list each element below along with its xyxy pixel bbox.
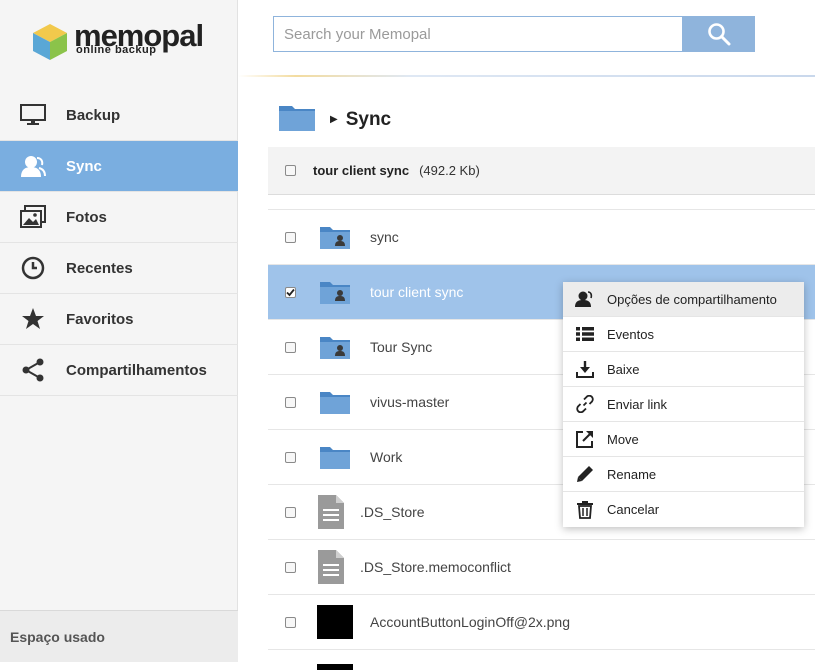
sidebar-item-label: Sync bbox=[66, 157, 102, 175]
breadcrumb: ▶ Sync bbox=[278, 102, 391, 137]
pencil-icon bbox=[563, 465, 607, 483]
search-button[interactable] bbox=[683, 16, 755, 52]
document-icon bbox=[302, 549, 360, 585]
memopal-logo[interactable]: memopal online backup bbox=[30, 18, 204, 60]
folder-icon bbox=[300, 389, 370, 415]
file-name: sync bbox=[370, 229, 399, 245]
selected-item-name: tour client sync bbox=[313, 163, 410, 178]
menu-item-label: Baixe bbox=[607, 361, 640, 377]
download-icon bbox=[563, 360, 607, 378]
trash-icon bbox=[563, 500, 607, 519]
share-user-icon bbox=[563, 290, 607, 308]
sidebar-item-label: Backup bbox=[66, 106, 121, 124]
file-name: Work bbox=[370, 449, 403, 465]
list-item[interactable]: .DS_Store.memoconflict bbox=[268, 540, 815, 595]
menu-item-events[interactable]: Eventos bbox=[563, 317, 804, 352]
sidebar-item-label: Compartilhamentos bbox=[66, 361, 207, 379]
file-name: .DS_Store.memoconflict bbox=[360, 559, 511, 575]
menu-item-sharing-options[interactable]: Opções de compartilhamento bbox=[563, 282, 804, 317]
shared-folder-icon bbox=[300, 224, 370, 250]
image-thumbnail bbox=[300, 605, 370, 639]
list-item[interactable]: AccountButtonLoginOff@2x.png bbox=[268, 595, 815, 650]
sidebar-item-compartilhamentos[interactable]: Compartilhamentos bbox=[0, 345, 238, 396]
select-all-checkbox[interactable] bbox=[285, 165, 296, 176]
sidebar-item-backup[interactable]: Backup bbox=[0, 90, 238, 141]
menu-item-download[interactable]: Baixe bbox=[563, 352, 804, 387]
list-item[interactable]: sync bbox=[268, 210, 815, 265]
photos-icon bbox=[0, 205, 66, 229]
file-name: .DS_Store bbox=[360, 504, 425, 520]
document-icon bbox=[302, 494, 360, 530]
menu-item-label: Rename bbox=[607, 466, 657, 482]
share-icon bbox=[0, 358, 66, 382]
menu-item-move[interactable]: Move bbox=[563, 422, 804, 457]
page-title: Sync bbox=[345, 108, 392, 130]
file-name: vivus-master bbox=[370, 394, 450, 410]
menu-item-send-link[interactable]: Enviar link bbox=[563, 387, 804, 422]
menu-item-label: Enviar link bbox=[607, 396, 667, 412]
row-checkbox[interactable] bbox=[285, 286, 296, 298]
check-icon bbox=[286, 288, 295, 296]
folder-icon[interactable] bbox=[278, 102, 316, 137]
row-checkbox[interactable] bbox=[285, 396, 296, 408]
sidebar-item-label: Recentes bbox=[66, 259, 133, 277]
shared-folder-icon bbox=[300, 279, 370, 305]
file-name: tour client sync bbox=[370, 284, 464, 300]
sidebar-item-sync[interactable]: Sync bbox=[0, 141, 238, 192]
menu-item-label: Opções de compartilhamento bbox=[607, 291, 777, 307]
image-thumbnail bbox=[300, 664, 370, 670]
context-menu: Opções de compartilhamento Eventos Baixe… bbox=[563, 282, 804, 527]
search-input[interactable] bbox=[273, 16, 683, 52]
link-icon bbox=[563, 395, 607, 413]
star-icon bbox=[0, 307, 66, 331]
sidebar-item-label: Favoritos bbox=[66, 310, 134, 328]
menu-item-rename[interactable]: Rename bbox=[563, 457, 804, 492]
user-icon bbox=[0, 154, 66, 178]
header-divider bbox=[238, 75, 815, 77]
list-item[interactable] bbox=[268, 650, 815, 670]
logo-tagline: online backup bbox=[76, 44, 157, 56]
list-icon bbox=[563, 327, 607, 341]
selection-bar: tour client sync (492.2 Kb) bbox=[268, 147, 815, 195]
sidebar-item-label: Fotos bbox=[66, 208, 107, 226]
menu-item-label: Eventos bbox=[607, 326, 654, 342]
move-icon bbox=[563, 430, 607, 448]
clock-icon bbox=[0, 256, 66, 280]
monitor-icon bbox=[0, 104, 66, 126]
selected-item-size: (492.2 Kb) bbox=[419, 163, 480, 178]
row-checkbox[interactable] bbox=[285, 341, 296, 353]
menu-item-cancel[interactable]: Cancelar bbox=[563, 492, 804, 527]
menu-item-label: Cancelar bbox=[607, 502, 660, 517]
folder-icon bbox=[300, 444, 370, 470]
sidebar-nav: Backup Sync Fotos Recentes Favoritos Com… bbox=[0, 90, 238, 396]
storage-usage: Espaço usado bbox=[0, 610, 238, 662]
row-checkbox[interactable] bbox=[285, 506, 296, 518]
row-checkbox[interactable] bbox=[285, 616, 296, 628]
caret-right-icon: ▶ bbox=[330, 114, 338, 125]
cube-logo-icon bbox=[33, 24, 67, 60]
sidebar: memopal online backup Backup Sync Fotos bbox=[0, 0, 238, 662]
search-icon bbox=[708, 23, 731, 46]
row-checkbox[interactable] bbox=[285, 561, 296, 573]
file-name: AccountButtonLoginOff@2x.png bbox=[370, 614, 570, 630]
row-checkbox[interactable] bbox=[285, 231, 296, 243]
shared-folder-icon bbox=[300, 334, 370, 360]
file-name: Tour Sync bbox=[370, 339, 433, 355]
sidebar-item-fotos[interactable]: Fotos bbox=[0, 192, 238, 243]
sidebar-item-favoritos[interactable]: Favoritos bbox=[0, 294, 238, 345]
menu-item-label: Move bbox=[607, 431, 639, 447]
row-checkbox[interactable] bbox=[285, 451, 296, 463]
sidebar-item-recentes[interactable]: Recentes bbox=[0, 243, 238, 294]
